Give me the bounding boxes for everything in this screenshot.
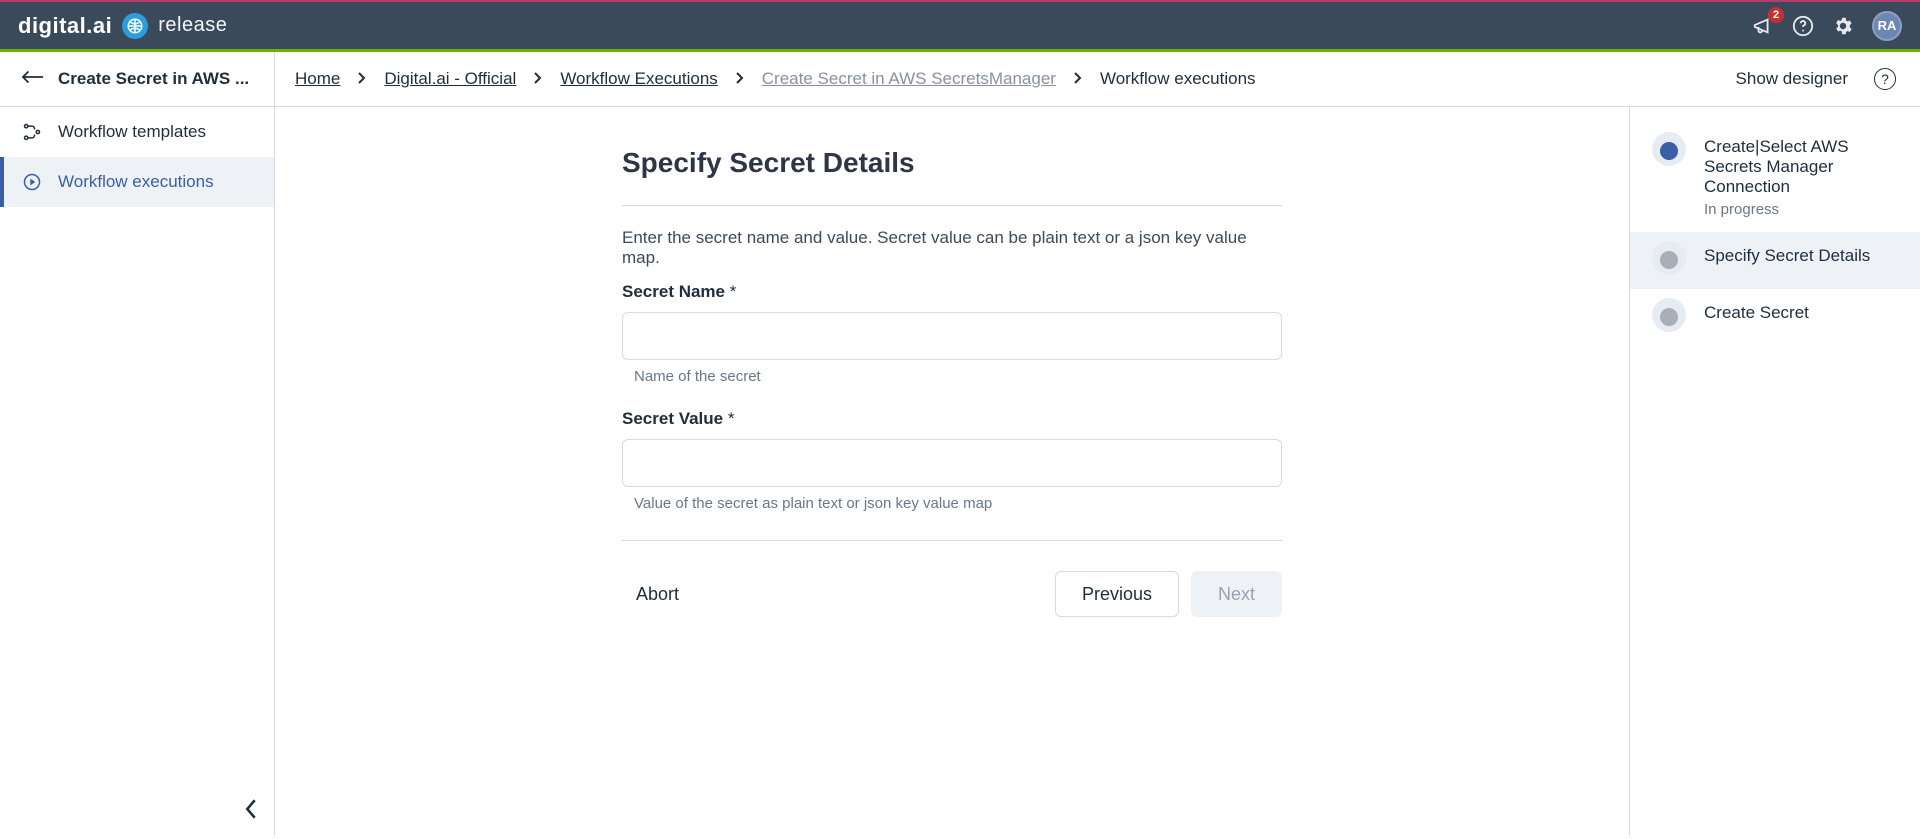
footer-actions: Previous Next — [1055, 571, 1282, 617]
brand-name: digital.ai — [18, 13, 112, 39]
form: Specify Secret Details Enter the secret … — [622, 147, 1282, 836]
label-text: Secret Value — [622, 409, 723, 428]
step-title: Create|Select AWS Secrets Manager Connec… — [1704, 137, 1900, 197]
step-item[interactable]: Create Secret — [1630, 289, 1920, 346]
top-actions: 2 RA — [1752, 11, 1902, 41]
previous-button[interactable]: Previous — [1055, 571, 1179, 617]
secret-value-input[interactable] — [622, 439, 1282, 487]
next-button[interactable]: Next — [1191, 571, 1282, 617]
notification-badge: 2 — [1768, 7, 1784, 23]
breadcrumb: Home Digital.ai - Official Workflow Exec… — [275, 69, 1256, 89]
subbar-left: Create Secret in AWS ... — [0, 52, 275, 106]
required-mark: * — [728, 409, 735, 428]
form-title: Specify Secret Details — [622, 147, 1282, 179]
secret-value-help: Value of the secret as plain text or jso… — [634, 495, 1282, 512]
brand-logo-icon — [122, 13, 148, 39]
chevron-right-icon — [534, 69, 542, 89]
breadcrumb-item[interactable]: Create Secret in AWS SecretsManager — [762, 69, 1056, 89]
chevron-right-icon — [358, 69, 366, 89]
back-arrow-icon[interactable] — [22, 70, 44, 89]
secret-name-help: Name of the secret — [634, 368, 1282, 385]
sidebar-collapse-icon[interactable] — [244, 799, 258, 824]
show-designer-link[interactable]: Show designer — [1736, 69, 1848, 89]
body: Workflow templates Workflow executions S… — [0, 107, 1920, 836]
secret-value-label: Secret Value * — [622, 409, 1282, 429]
announcements-icon[interactable]: 2 — [1752, 15, 1774, 37]
brand-sub: release — [158, 14, 227, 37]
sidebar-item-label: Workflow executions — [58, 172, 214, 192]
step-title: Specify Secret Details — [1704, 246, 1870, 266]
step-status-icon — [1652, 298, 1686, 332]
breadcrumb-item[interactable]: Home — [295, 69, 340, 89]
main-content: Specify Secret Details Enter the secret … — [275, 107, 1630, 836]
sidebar-item-workflow-templates[interactable]: Workflow templates — [0, 107, 274, 157]
sidebar-item-label: Workflow templates — [58, 122, 206, 142]
top-bar: digital.ai release 2 RA — [0, 2, 1920, 52]
form-footer: Abort Previous Next — [622, 540, 1282, 617]
step-item[interactable]: Create|Select AWS Secrets Manager Connec… — [1630, 123, 1920, 232]
sub-bar: Create Secret in AWS ... Home Digital.ai… — [0, 52, 1920, 107]
required-mark: * — [730, 282, 737, 301]
step-title: Create Secret — [1704, 303, 1809, 323]
step-item[interactable]: Specify Secret Details — [1630, 232, 1920, 289]
avatar[interactable]: RA — [1872, 11, 1902, 41]
workflow-executions-icon — [22, 172, 42, 192]
divider — [622, 205, 1282, 206]
chevron-right-icon — [1074, 69, 1082, 89]
help-icon[interactable] — [1792, 15, 1814, 37]
sidebar-item-workflow-executions[interactable]: Workflow executions — [0, 157, 274, 207]
step-panel: Create|Select AWS Secrets Manager Connec… — [1630, 107, 1920, 836]
form-description: Enter the secret name and value. Secret … — [622, 228, 1282, 268]
abort-button[interactable]: Abort — [636, 584, 679, 605]
step-status-icon — [1652, 132, 1686, 166]
step-status-icon — [1652, 241, 1686, 275]
breadcrumb-item[interactable]: Digital.ai - Official — [384, 69, 516, 89]
label-text: Secret Name — [622, 282, 725, 301]
sidebar: Workflow templates Workflow executions — [0, 107, 275, 836]
context-help-icon[interactable]: ? — [1874, 68, 1896, 90]
workflow-templates-icon — [22, 122, 42, 142]
breadcrumb-item[interactable]: Workflow Executions — [560, 69, 717, 89]
chevron-right-icon — [736, 69, 744, 89]
secret-name-input[interactable] — [622, 312, 1282, 360]
page-title: Create Secret in AWS ... — [58, 69, 249, 89]
secret-name-label: Secret Name * — [622, 282, 1282, 302]
brand: digital.ai release — [18, 13, 227, 39]
settings-icon[interactable] — [1832, 15, 1854, 37]
subbar-right: Show designer ? — [1736, 68, 1920, 90]
breadcrumb-current: Workflow executions — [1100, 69, 1256, 89]
step-subtitle: In progress — [1704, 201, 1900, 218]
